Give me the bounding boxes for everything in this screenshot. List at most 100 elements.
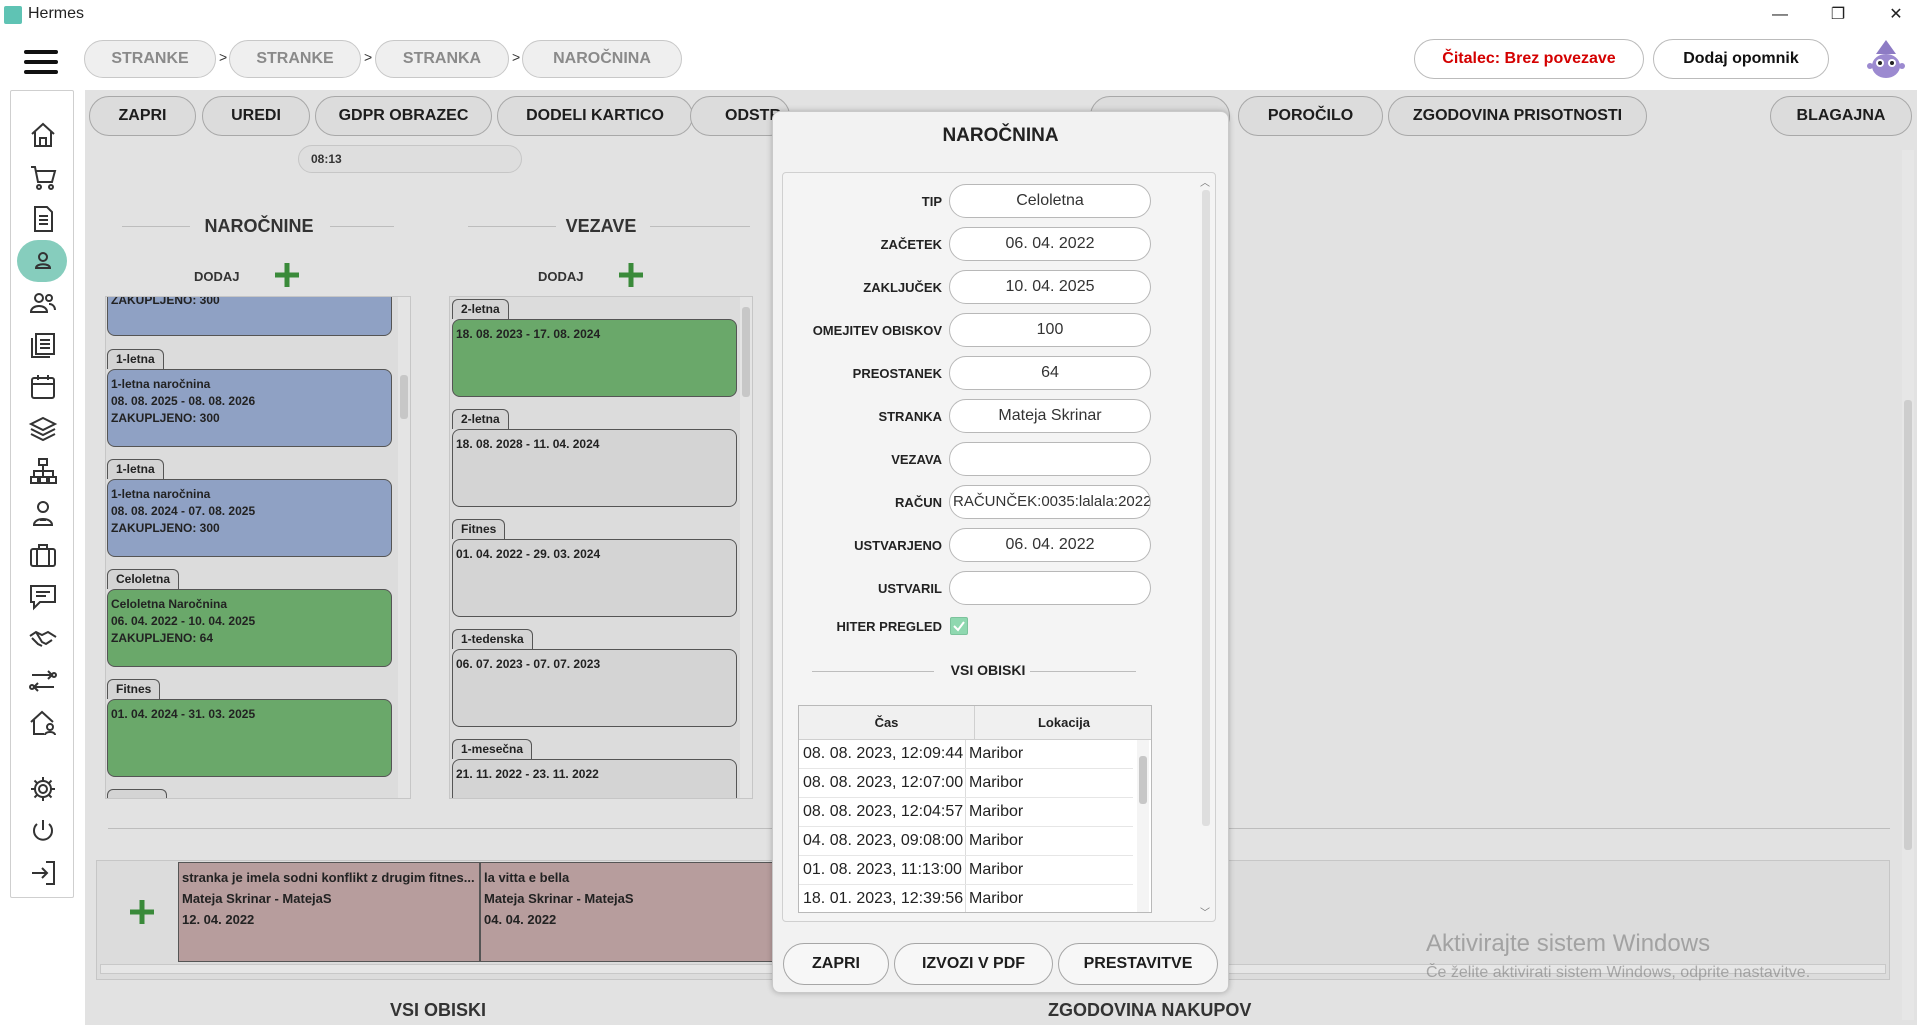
export-pdf-button[interactable]: IZVOZI V PDF [894, 943, 1053, 985]
visit-location: Maribor [969, 890, 1024, 907]
scroll-thumb[interactable] [1139, 756, 1147, 804]
reader-status-button[interactable]: Čitalec: Brez povezave [1414, 39, 1644, 79]
scroll-down-icon[interactable]: ﹀ [1200, 904, 1210, 919]
scrollbar[interactable] [740, 297, 752, 798]
power-icon[interactable] [28, 816, 58, 846]
cash-register-button[interactable]: BLAGAJNA [1770, 96, 1912, 136]
binding-card[interactable]: 06. 07. 2023 - 07. 07. 2023 [452, 649, 737, 727]
field-label-created-by: USTVARIL [877, 581, 942, 596]
breadcrumb-separator: > [364, 49, 373, 65]
add-note-plus-icon[interactable] [127, 897, 157, 927]
dialog-close-button[interactable]: ZAPRI [783, 943, 889, 985]
visit-time: 08. 08. 2023, 12:04:57 [803, 803, 964, 820]
subscription-card[interactable]: Celoletna Naročnina 06. 04. 2022 - 10. 0… [107, 589, 392, 667]
subscription-line: 08. 08. 2025 - 08. 08. 2026 [111, 394, 256, 408]
type-field[interactable]: Celoletna [949, 184, 1151, 218]
scrollbar[interactable] [398, 297, 410, 798]
subscription-line: ZAKUPLJENO: 300 [111, 411, 220, 425]
transfers-button[interactable]: PRESTAVITVE [1058, 943, 1218, 985]
binding-card[interactable]: 18. 08. 2023 - 17. 08. 2024 [452, 319, 737, 397]
minimize-button[interactable]: — [1758, 2, 1802, 28]
assign-card-button[interactable]: DODELI KARTICO [497, 96, 693, 136]
document-icon[interactable] [28, 204, 58, 234]
menu-icon[interactable] [24, 50, 58, 76]
list-icon[interactable] [28, 330, 58, 360]
edit-button[interactable]: UREDI [202, 96, 310, 136]
table-scrollbar[interactable] [1137, 740, 1149, 912]
gdpr-form-button[interactable]: GDPR OBRAZEC [315, 96, 492, 136]
subscription-card[interactable]: 01. 04. 2024 - 31. 03. 2025 [107, 699, 392, 777]
scroll-up-icon[interactable]: ︿ [1200, 174, 1210, 189]
cart-icon[interactable] [28, 162, 58, 192]
table-row[interactable]: 18. 01. 2023, 12:39:56 Maribor [799, 885, 1133, 912]
table-row[interactable]: 01. 08. 2023, 11:13:00 Maribor [799, 856, 1133, 885]
settings-icon[interactable] [28, 774, 58, 804]
column-header-location[interactable]: Lokacija [975, 706, 1151, 740]
home-icon[interactable] [28, 120, 58, 150]
scroll-thumb[interactable] [1202, 190, 1210, 826]
user-icon[interactable] [28, 246, 58, 276]
app-logo-icon [4, 6, 22, 24]
remaining-field[interactable]: 64 [949, 356, 1151, 390]
visit-limit-field[interactable]: 100 [949, 313, 1151, 347]
subscription-line: 06. 04. 2022 - 10. 04. 2025 [111, 614, 256, 628]
quick-view-checkbox[interactable] [950, 617, 968, 635]
add-reminder-button[interactable]: Dodaj opomnik [1653, 39, 1829, 79]
close-window-button[interactable]: ✕ [1874, 2, 1917, 28]
close-button[interactable]: ZAPRI [89, 96, 196, 136]
calendar-icon[interactable] [28, 372, 58, 402]
bindings-list[interactable]: 2-letna 18. 08. 2023 - 17. 08. 2024 2-le… [449, 296, 753, 799]
binding-field[interactable] [949, 442, 1151, 476]
column-header-time[interactable]: Čas [799, 706, 975, 740]
note-author: Mateja Skrinar - MatejaS [182, 891, 332, 906]
logout-icon[interactable] [28, 858, 58, 888]
table-row[interactable]: 04. 08. 2023, 09:08:00 Maribor [799, 827, 1133, 856]
breadcrumb-stranke-1[interactable]: STRANKE [84, 40, 216, 78]
add-binding-plus-icon[interactable] [616, 260, 646, 290]
avatar[interactable] [1866, 38, 1906, 80]
field-label-created: USTVARJENO [854, 538, 942, 553]
table-row[interactable]: 08. 08. 2023, 12:07:00 Maribor [799, 769, 1133, 798]
end-date-field[interactable]: 10. 04. 2025 [949, 270, 1151, 304]
visit-location: Maribor [969, 861, 1024, 878]
table-row[interactable]: 08. 08. 2023, 12:04:57 Maribor [799, 798, 1133, 827]
subscription-card[interactable]: ZAKUPLJENO: 300 [107, 297, 392, 336]
layers-icon[interactable] [28, 414, 58, 444]
subscription-card[interactable]: 1-letna naročnina 08. 08. 2024 - 07. 08.… [107, 479, 392, 557]
invoice-field[interactable]: RAČUNČEK:0035:lalala:2022 [949, 485, 1151, 519]
main-scrollbar[interactable] [1902, 150, 1914, 1020]
table-row[interactable]: 08. 08. 2023, 12:09:44 Maribor [799, 740, 1133, 769]
house-user-icon[interactable] [28, 708, 58, 738]
scroll-thumb[interactable] [400, 375, 408, 419]
handshake-icon[interactable] [28, 624, 58, 654]
hierarchy-icon[interactable] [28, 456, 58, 486]
binding-card[interactable]: 01. 04. 2022 - 29. 03. 2024 [452, 539, 737, 617]
customer-field[interactable]: Mateja Skrinar [949, 399, 1151, 433]
subscriptions-list[interactable]: ZAKUPLJENO: 300 1-letna 1-letna naročnin… [105, 296, 411, 799]
dialog-scrollbar[interactable]: ︿ ﹀ [1200, 174, 1212, 920]
scroll-thumb[interactable] [1904, 400, 1912, 850]
users-icon[interactable] [28, 288, 58, 318]
note-card[interactable]: stranka je imela sodni konflikt z drugim… [178, 862, 480, 962]
created-by-field[interactable] [949, 571, 1151, 605]
breadcrumb-narocnina[interactable]: NAROČNINA [522, 40, 682, 78]
scroll-thumb[interactable] [742, 307, 750, 397]
binding-card[interactable]: 18. 08. 2028 - 11. 04. 2024 [452, 429, 737, 507]
report-button[interactable]: POROČILO [1238, 96, 1383, 136]
created-date-field[interactable]: 06. 04. 2022 [949, 528, 1151, 562]
briefcase-icon[interactable] [28, 540, 58, 570]
subscription-card[interactable]: 1-letna naročnina 08. 08. 2025 - 08. 08.… [107, 369, 392, 447]
visit-time: 18. 01. 2023, 12:39:56 [803, 890, 964, 907]
note-card[interactable]: la vitta e bella Mateja Skrinar - Mateja… [480, 862, 782, 962]
start-date-field[interactable]: 06. 04. 2022 [949, 227, 1151, 261]
restore-button[interactable]: ❐ [1816, 2, 1860, 28]
add-subscription-plus-icon[interactable] [272, 260, 302, 290]
attendance-history-button[interactable]: ZGODOVINA PRISOTNOSTI [1388, 96, 1647, 136]
breadcrumb-stranka[interactable]: STRANKA [375, 40, 509, 78]
message-icon[interactable] [28, 582, 58, 612]
binding-line: 21. 11. 2022 - 23. 11. 2022 [456, 767, 599, 781]
breadcrumb-stranke-2[interactable]: STRANKE [229, 40, 361, 78]
trainer-icon[interactable] [28, 498, 58, 528]
binding-card[interactable]: 21. 11. 2022 - 23. 11. 2022 [452, 759, 737, 798]
transfer-icon[interactable] [28, 666, 58, 696]
